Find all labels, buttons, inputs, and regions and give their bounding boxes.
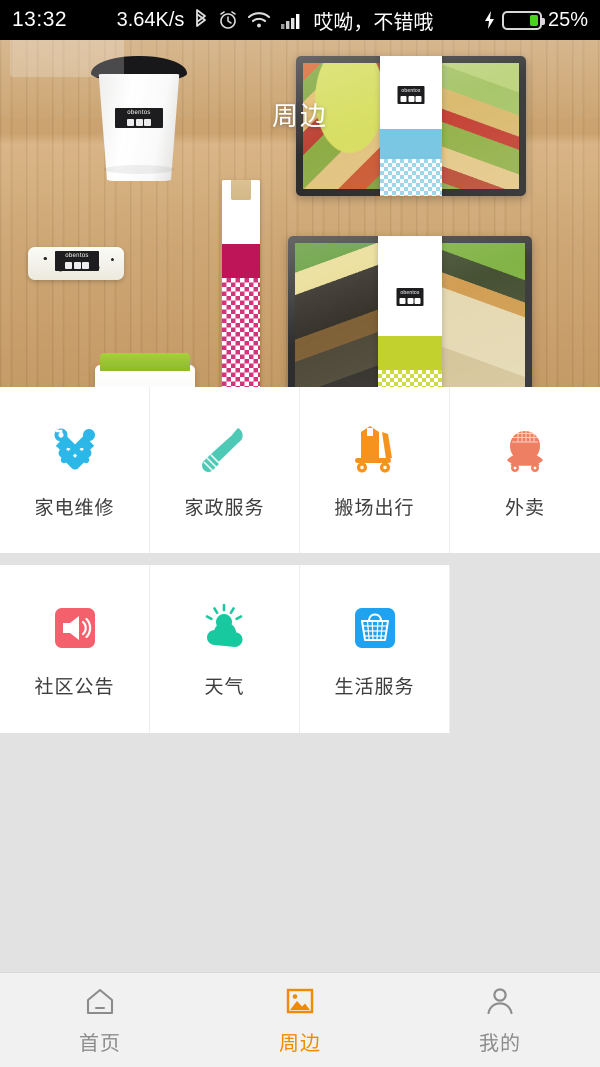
home-icon [83, 984, 117, 1018]
service-item-label: 家电维修 [34, 497, 115, 519]
service-item-community-announcement[interactable]: 社区公告 [0, 565, 150, 733]
wifi-icon [247, 10, 271, 30]
status-bar: 13:32 3.64K/s 哎呦，不错哦 25% [0, 0, 600, 40]
service-item-label: 家政服务 [184, 497, 265, 519]
brand-label: obentos [396, 288, 424, 306]
signal-icon [280, 10, 304, 30]
service-grid-row-2: 社区公告 天气 生活服务 [0, 565, 600, 733]
service-item-takeout[interactable]: 外卖 [450, 387, 600, 553]
carrier-name: 哎呦，不错哦 [313, 11, 434, 34]
page-title: 周边 [271, 101, 328, 131]
service-item-weather[interactable]: 天气 [150, 565, 300, 733]
service-item-label: 搬场出行 [334, 497, 415, 519]
charging-icon [483, 10, 496, 30]
announcement-speaker-icon [47, 600, 103, 656]
tab-home[interactable]: 首页 [0, 973, 200, 1067]
tab-label: 我的 [479, 1033, 521, 1055]
image-icon [283, 984, 317, 1018]
battery-percent: 25% [547, 8, 588, 31]
brand-label: obentos [55, 251, 99, 272]
green-container-image: obentos [95, 353, 195, 387]
onigiri-roll-image: obentos [28, 247, 124, 280]
service-item-housekeeping[interactable]: 家政服务 [150, 387, 300, 553]
status-right-group: 25% [483, 9, 588, 32]
basket-icon [347, 600, 403, 656]
bottom-tab-bar: 首页 周边 我的 [0, 972, 600, 1067]
bento-label-band: obentos [378, 236, 442, 387]
hero-banner[interactable]: obentos obentos obentos obentos 周边 [0, 40, 600, 387]
tools-icon [47, 421, 103, 477]
service-item-label: 外卖 [504, 497, 545, 519]
tab-mine[interactable]: 我的 [400, 973, 600, 1067]
broom-icon [197, 421, 253, 477]
sun-cloud-icon [197, 600, 253, 656]
onigiri-wrapper [10, 40, 124, 77]
service-item-moving-transport[interactable]: 搬场出行 [300, 387, 450, 553]
status-time: 13:32 [12, 8, 68, 31]
bento-box-rice-image: obentos [288, 236, 532, 387]
battery-icon [501, 10, 545, 30]
network-speed-text: 3.64K/s [116, 8, 185, 31]
grid-gap [0, 553, 600, 565]
tab-surroundings[interactable]: 周边 [200, 973, 400, 1067]
service-item-life-services[interactable]: 生活服务 [300, 565, 450, 733]
service-item-label: 生活服务 [334, 676, 415, 698]
service-grid-row-1: 家电维修 家政服务 搬场出行 外卖 [0, 387, 600, 553]
app-root: 13:32 3.64K/s 哎呦，不错哦 25% obentos obentos… [0, 0, 600, 1067]
alarm-icon [218, 10, 238, 30]
status-center-group: 3.64K/s 哎呦，不错哦 [67, 6, 483, 35]
bluetooth-icon [193, 9, 209, 31]
service-grid-empty-cell [450, 565, 600, 733]
person-icon [483, 984, 517, 1018]
service-item-label: 社区公告 [34, 676, 115, 698]
takeout-bowl-icon [497, 421, 553, 477]
hand-truck-icon [347, 421, 403, 477]
service-item-appliance-repair[interactable]: 家电维修 [0, 387, 150, 553]
service-item-label: 天气 [204, 676, 245, 698]
tab-label: 首页 [79, 1033, 121, 1055]
page-spacer [0, 733, 600, 972]
tab-label: 周边 [279, 1033, 321, 1055]
chopstick-sleeve-image [222, 180, 260, 387]
